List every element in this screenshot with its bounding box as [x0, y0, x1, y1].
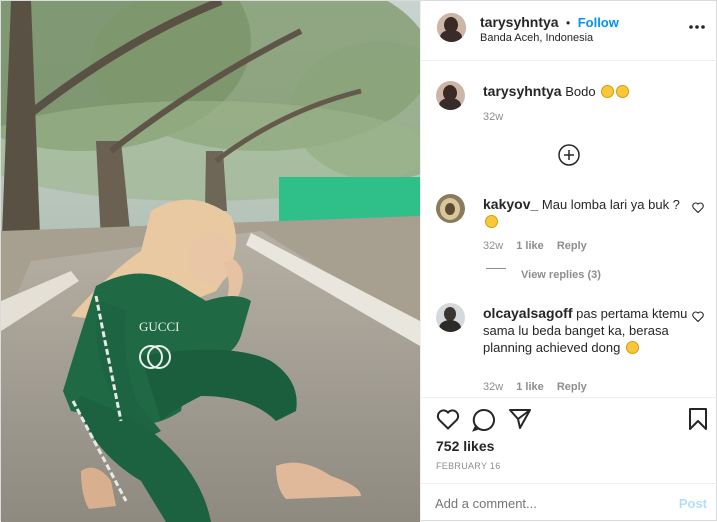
comment-bubble-icon[interactable] [472, 408, 496, 432]
comment-likes[interactable]: 1 like [516, 381, 544, 393]
like-comment-heart-icon[interactable] [692, 311, 704, 322]
instagram-post: GUCCI tarysyhntya • Follow Banda Aceh, I… [0, 0, 717, 522]
reply-button[interactable]: Reply [557, 381, 587, 393]
photo-illustration: GUCCI [1, 1, 420, 522]
post-panel: tarysyhntya • Follow Banda Aceh, Indones… [420, 1, 717, 522]
replies-divider [486, 268, 506, 269]
avatar-image [436, 303, 465, 332]
caption-avatar[interactable] [436, 81, 465, 110]
grinning-emoji-icon [616, 85, 630, 98]
comment-username[interactable]: olcayalsagoff [483, 305, 572, 321]
caption-text: Bodo [565, 84, 596, 99]
location-link[interactable]: Banda Aceh, Indonesia [480, 32, 593, 44]
avatar-image [436, 194, 465, 223]
load-more-comments-icon[interactable] [558, 144, 580, 166]
comment-time[interactable]: 32w [483, 240, 503, 252]
like-comment-heart-icon[interactable] [692, 202, 704, 213]
commenter-avatar[interactable] [436, 303, 465, 332]
caption: tarysyhntya Bodo 32w [436, 81, 711, 126]
caption-text-line: tarysyhntya Bodo [483, 83, 691, 100]
more-options-icon[interactable] [689, 24, 705, 30]
avatar-image [436, 81, 465, 110]
laughing-emoji-icon [485, 215, 498, 228]
comment-likes[interactable]: 1 like [516, 240, 544, 252]
save-bookmark-icon[interactable] [689, 408, 707, 430]
post-comment-button[interactable]: Post [679, 496, 707, 511]
comment-item: kakyov_ Mau lomba lari ya buk ? 32w 1 li… [436, 194, 711, 286]
svg-text:GUCCI: GUCCI [139, 319, 179, 334]
reply-button[interactable]: Reply [557, 240, 587, 252]
follow-button[interactable]: Follow [578, 15, 619, 30]
like-heart-icon[interactable] [436, 408, 460, 430]
comment-time[interactable]: 32w [483, 381, 503, 393]
post-header: tarysyhntya • Follow Banda Aceh, Indones… [421, 1, 717, 61]
comment-composer: Post [421, 483, 717, 522]
comment-text: Mau lomba lari ya buk ? [541, 197, 680, 212]
comment-text-line: kakyov_ Mau lomba lari ya buk ? [483, 196, 691, 230]
comment-item: olcayalsagoff pas pertama ktemu sama lu … [436, 303, 711, 395]
comment-text-line: olcayalsagoff pas pertama ktemu sama lu … [483, 305, 691, 356]
separator-dot: • [566, 16, 571, 30]
avatar-image [437, 13, 466, 42]
comment-username[interactable]: kakyov_ [483, 196, 538, 212]
post-photo[interactable]: GUCCI [1, 1, 420, 522]
share-send-icon[interactable] [508, 408, 532, 430]
view-replies-button[interactable]: View replies (3) [521, 269, 601, 281]
author-username[interactable]: tarysyhntya [480, 14, 559, 30]
post-actions: 752 likes FEBRUARY 16 [421, 397, 717, 481]
grinning-emoji-icon [601, 85, 615, 98]
comment-input[interactable] [435, 493, 655, 513]
commenter-avatar[interactable] [436, 194, 465, 223]
author-avatar[interactable] [437, 13, 466, 42]
caption-username[interactable]: tarysyhntya [483, 83, 562, 99]
post-date[interactable]: FEBRUARY 16 [436, 461, 501, 471]
clap-emoji-icon [625, 341, 639, 354]
caption-time[interactable]: 32w [483, 111, 503, 123]
likes-count[interactable]: 752 likes [436, 438, 494, 454]
